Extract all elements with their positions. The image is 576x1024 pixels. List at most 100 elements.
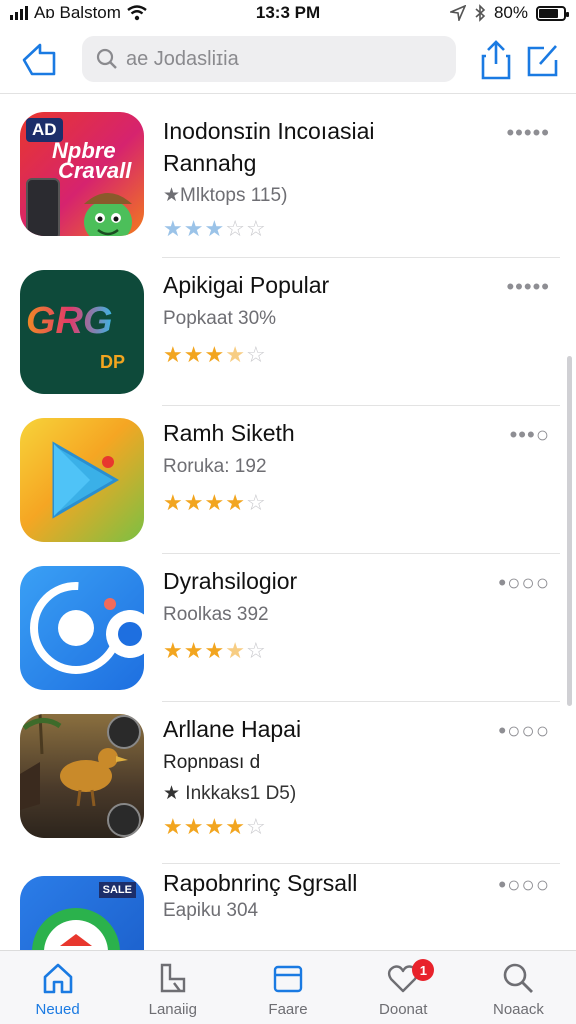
play-icon: [52, 441, 119, 519]
status-bar: Aɒ Balstom 13:3 PM 80%: [0, 0, 576, 28]
search-icon: [96, 48, 117, 69]
star-icon: ★: [163, 216, 184, 241]
tab-window[interactable]: Faare: [230, 951, 345, 1024]
list-item[interactable]: Arllane Hapai Ropnɒası d ★ Inkkaks1 D5) …: [0, 702, 576, 864]
search-text: ae Jodasliɪia: [126, 47, 239, 70]
rating-stars: ★★★☆☆: [163, 216, 267, 242]
app-title: Rapobnrinç Sgrsall: [163, 870, 358, 896]
star-icon: ★: [163, 342, 184, 367]
app-icon: [20, 418, 144, 542]
star-icon: ★: [204, 342, 226, 367]
more-button[interactable]: •○○○: [498, 570, 550, 596]
star-icon: ★: [204, 490, 226, 515]
app-list: AD Npbre Cravall Inodonsɪin Incoıasiai R…: [0, 100, 576, 950]
app-icon-graphic: [32, 908, 120, 950]
app-title: Arllane Hapai: [163, 716, 302, 742]
more-button[interactable]: •○○○: [498, 718, 550, 744]
app-subtitle: Roolkas 392: [163, 604, 269, 625]
list-item[interactable]: GRG DP Apikigai Popular Popkaat 30% ★★★★…: [0, 258, 576, 406]
star-icon: ★: [163, 490, 184, 515]
app-subtitle: ★Mlktops 115): [163, 185, 288, 206]
list-item[interactable]: Dyrahsilogior Roolkas 392 ★★★★☆ •○○○: [0, 554, 576, 702]
more-button[interactable]: •••••: [506, 120, 550, 146]
more-button[interactable]: •○○○: [498, 872, 550, 898]
app-icon: GRG DP: [20, 270, 144, 394]
phone-graphic: [26, 178, 60, 236]
star-icon: ★: [183, 814, 205, 839]
search-field[interactable]: ae Jodasliɪia: [82, 36, 456, 82]
more-button[interactable]: •••••: [506, 274, 550, 300]
app-subtitle-2: ★ Inkkaks1 D5): [163, 783, 297, 804]
compose-icon[interactable]: [526, 42, 560, 78]
mascot-graphic: [84, 193, 132, 236]
app-icon: AD Npbre Cravall: [20, 112, 144, 236]
tab-reading[interactable]: Lanaiig: [115, 951, 230, 1024]
app-icon: SALE: [20, 876, 144, 950]
rating-stars: ★★★★☆: [163, 490, 267, 516]
star-icon: ★: [183, 490, 205, 515]
rating-stars: ★★★★☆: [163, 342, 267, 368]
star-icon: ★: [163, 638, 184, 663]
camera-lens-icon: [30, 582, 144, 674]
bluetooth-icon: [475, 4, 486, 22]
star-icon: ★: [204, 216, 226, 241]
app-icon: [20, 714, 144, 838]
star-icon: ★: [183, 342, 205, 367]
list-item[interactable]: AD Npbre Cravall Inodonsɪin Incoıasiai R…: [0, 100, 576, 258]
more-button[interactable]: •••○: [510, 422, 550, 448]
app-title-line2: Rannahg: [163, 150, 257, 176]
star-icon: ★: [225, 342, 246, 367]
tab-search[interactable]: Noaack: [461, 951, 576, 1024]
app-subtitle: Eapiku 304: [163, 900, 259, 921]
app-icon-text: DP: [100, 352, 126, 372]
star-icon: ☆: [225, 216, 246, 241]
share-icon[interactable]: [480, 40, 512, 80]
home-icon: [43, 963, 72, 994]
app-title: Dyrahsilogior: [163, 568, 298, 594]
battery-percent: 80%: [493, 3, 528, 22]
star-icon: ★: [183, 638, 205, 663]
star-icon: ★: [225, 814, 246, 839]
star-icon: ☆: [245, 814, 267, 839]
star-icon: ★: [225, 638, 246, 663]
app-title: Apikigai Popular: [163, 272, 330, 298]
list-item[interactable]: SALE Rapobnrinç Sgrsall Eapiku 304 •○○○: [0, 864, 576, 950]
star-icon: ☆: [245, 216, 267, 241]
back-arrow-icon[interactable]: [20, 40, 60, 80]
star-icon: ★: [204, 814, 226, 839]
rating-stars: ★★★★☆: [163, 638, 267, 664]
star-icon: ★: [204, 638, 226, 663]
search-icon: [504, 963, 534, 993]
tab-favorites[interactable]: 1 Doonat: [346, 951, 461, 1024]
battery-icon: [536, 5, 569, 21]
rating-stars: ★★★★☆: [163, 814, 267, 840]
tab-label: Noaack: [492, 1001, 544, 1018]
bird-graphic: [20, 714, 141, 837]
notification-badge: 1: [412, 959, 435, 981]
star-icon: ★: [225, 490, 246, 515]
tab-label: Lanaiig: [148, 1001, 197, 1018]
app-icon: [20, 566, 144, 690]
star-icon: ☆: [245, 638, 267, 663]
star-icon: ☆: [245, 342, 267, 367]
location-icon: [449, 5, 466, 21]
tab-home[interactable]: Neued: [0, 951, 115, 1024]
app-icon-text: Cravall: [58, 158, 132, 183]
reading-icon: [160, 963, 185, 993]
app-icon-text: GRG: [26, 300, 113, 342]
app-subtitle: Roruka: 192: [163, 456, 267, 477]
star-icon: ★: [183, 216, 205, 241]
app-subtitle: Popkaat 30%: [163, 308, 277, 329]
tab-bar: Neued Lanaiig Faare 1 Doonat Noaack: [0, 950, 576, 1024]
list-item[interactable]: Ramh Siketh Roruka: 192 ★★★★☆ •••○: [0, 406, 576, 554]
top-nav: ae Jodasliɪia: [0, 32, 576, 94]
scrollbar[interactable]: [567, 356, 572, 706]
star-icon: ☆: [245, 490, 267, 515]
window-icon: [273, 965, 303, 993]
app-title: Inodonsɪin Incoıasiai: [163, 118, 375, 144]
tab-label: Faare: [268, 1001, 308, 1018]
status-right: 80%: [449, 3, 569, 23]
tab-label: Neued: [35, 1001, 80, 1018]
tab-label: Doonat: [379, 1001, 428, 1018]
app-subtitle: Ropnɒası d: [163, 752, 261, 773]
